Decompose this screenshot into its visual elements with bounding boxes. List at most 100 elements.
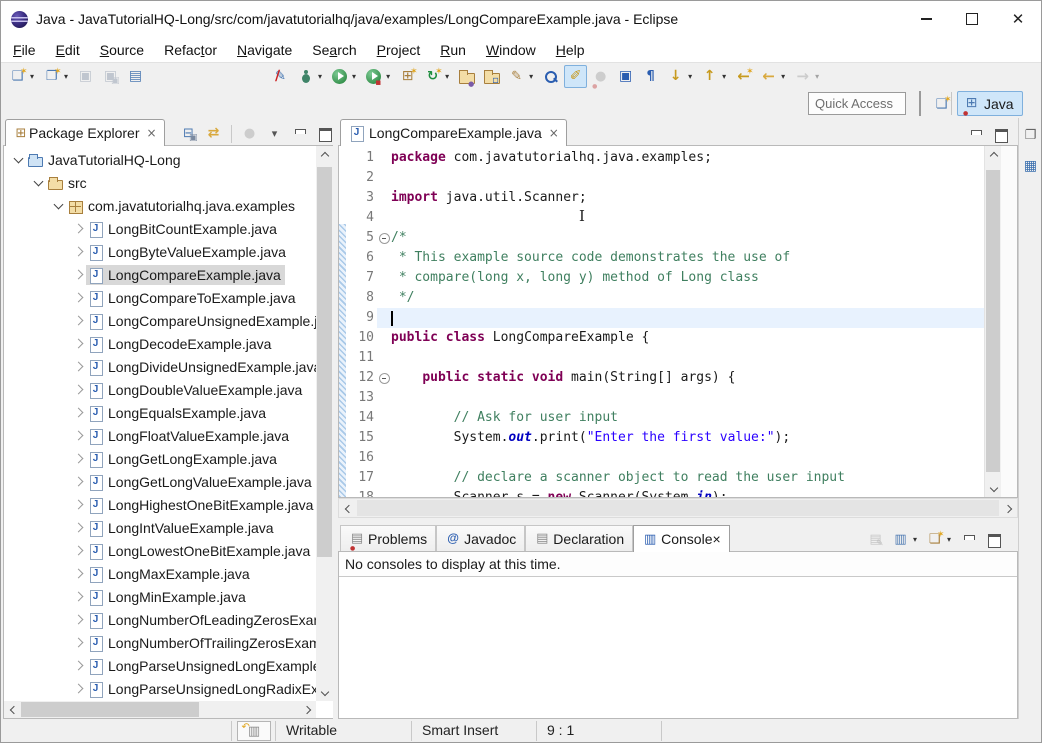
collapsed-chevron-icon[interactable] xyxy=(70,662,86,669)
minimize-view-button[interactable] xyxy=(964,123,987,146)
editor-horizontal-scrollbar[interactable] xyxy=(338,498,1018,518)
code-line[interactable]: 2 xyxy=(346,168,984,188)
show-selected-element-button[interactable] xyxy=(614,65,637,88)
tree-item[interactable]: LongNumberOfTrailingZerosExample.java xyxy=(4,631,316,654)
tree-item[interactable]: LongFloatValueExample.java xyxy=(4,424,316,447)
new-wizard-button[interactable]: ▾ xyxy=(6,65,38,88)
collapsed-chevron-icon[interactable] xyxy=(70,570,86,577)
restore-view-button[interactable] xyxy=(1019,124,1042,147)
skip-all-breakpoints-button[interactable] xyxy=(269,65,292,88)
prev-annotation-button[interactable]: ▾ xyxy=(698,65,730,88)
tree-item-target[interactable]: LongNumberOfTrailingZerosExample.java xyxy=(86,633,316,653)
code-line[interactable]: 5/* xyxy=(346,228,984,248)
pen-button[interactable]: ▾ xyxy=(505,65,537,88)
tree-item[interactable]: LongNumberOfLeadingZerosExample.java xyxy=(4,608,316,631)
maximize-view-button[interactable] xyxy=(989,123,1012,146)
last-edit-location-button[interactable] xyxy=(732,65,755,88)
expanded-chevron-icon[interactable] xyxy=(10,158,26,162)
menu-file[interactable]: File xyxy=(3,40,46,60)
dropdown-arrow-icon[interactable]: ▾ xyxy=(529,72,533,81)
menu-source[interactable]: Source xyxy=(90,40,154,60)
explorer-vertical-scrollbar[interactable] xyxy=(316,146,333,701)
tree-item[interactable]: LongBitCountExample.java xyxy=(4,217,316,240)
dropdown-arrow-icon[interactable]: ▾ xyxy=(64,72,68,81)
tab-editor-longcompareexample[interactable]: LongCompareExample.java × xyxy=(340,119,567,146)
menu-edit[interactable]: Edit xyxy=(46,40,90,60)
dropdown-arrow-icon[interactable]: ▾ xyxy=(781,72,785,81)
run-button[interactable]: ▾ xyxy=(328,65,360,88)
tree-item-target[interactable]: src xyxy=(46,173,91,193)
project-tree[interactable]: JavaTutorialHQ-Longsrccom.javatutorialhq… xyxy=(4,146,316,701)
tree-item-target[interactable]: LongParseUnsignedLongExample.java xyxy=(86,656,316,676)
scroll-up-arrow[interactable] xyxy=(985,146,1002,163)
collapsed-chevron-icon[interactable] xyxy=(70,639,86,646)
menu-refactor[interactable]: Refactor xyxy=(154,40,227,60)
collapsed-chevron-icon[interactable] xyxy=(70,248,86,255)
mark-occurrences-button[interactable] xyxy=(564,65,587,88)
code-line[interactable]: 3import java.util.Scanner; xyxy=(346,188,984,208)
tree-item[interactable]: com.javatutorialhq.java.examples xyxy=(4,194,316,217)
tree-item-target[interactable]: LongHighestOneBitExample.java xyxy=(86,495,316,515)
code-line[interactable]: 15 System.out.print("Enter the first val… xyxy=(346,428,984,448)
collapsed-chevron-icon[interactable] xyxy=(70,409,86,416)
collapsed-chevron-icon[interactable] xyxy=(70,547,86,554)
dropdown-arrow-icon[interactable]: ▾ xyxy=(386,72,390,81)
tree-item-target[interactable]: LongCompareUnsignedExample.java xyxy=(86,311,316,331)
minimize-window-button[interactable] xyxy=(903,1,949,37)
code-line[interactable]: 16 xyxy=(346,448,984,468)
java-perspective-button[interactable]: Java xyxy=(957,91,1023,116)
back-button[interactable]: ▾ xyxy=(757,65,789,88)
scroll-down-arrow[interactable] xyxy=(316,684,333,701)
tree-item[interactable]: LongLowestOneBitExample.java xyxy=(4,539,316,562)
display-console-button[interactable]: ▾ xyxy=(889,528,921,551)
tree-item-target[interactable]: LongMaxExample.java xyxy=(86,564,254,584)
tree-item-target[interactable]: LongFloatValueExample.java xyxy=(86,426,293,446)
tree-item-target[interactable]: LongLowestOneBitExample.java xyxy=(86,541,314,561)
dropdown-arrow-icon[interactable]: ▾ xyxy=(947,535,951,544)
close-tab-icon[interactable]: × xyxy=(549,126,559,140)
tree-item[interactable]: LongByteValueExample.java xyxy=(4,240,316,263)
open-perspective-button[interactable] xyxy=(930,93,953,116)
scrollbar-thumb[interactable] xyxy=(21,702,199,717)
tab-console[interactable]: Console× xyxy=(633,525,730,552)
code-editor[interactable]: 1package com.javatutorialhq.java.example… xyxy=(338,145,1018,498)
dropdown-arrow-icon[interactable]: ▾ xyxy=(722,72,726,81)
minimize-view-button[interactable] xyxy=(957,528,980,551)
collapse-all-button[interactable] xyxy=(177,122,200,145)
scroll-right-arrow[interactable] xyxy=(1000,500,1017,517)
tree-item[interactable]: src xyxy=(4,171,316,194)
tree-item-target[interactable]: LongGetLongValueExample.java xyxy=(86,472,316,492)
collapsed-chevron-icon[interactable] xyxy=(70,317,86,324)
scroll-right-arrow[interactable] xyxy=(299,701,316,718)
show-whitespace-button[interactable] xyxy=(639,65,662,88)
tree-item-target[interactable]: LongParseUnsignedLongRadixExample.java xyxy=(86,679,316,699)
collapsed-chevron-icon[interactable] xyxy=(70,225,86,232)
open-console-button[interactable]: ▾ xyxy=(923,528,955,551)
tree-item-target[interactable]: LongDoubleValueExample.java xyxy=(86,380,306,400)
tree-item[interactable]: LongHighestOneBitExample.java xyxy=(4,493,316,516)
open-task-button[interactable] xyxy=(455,65,478,88)
tab-javadoc[interactable]: Javadoc xyxy=(436,525,525,551)
collapsed-chevron-icon[interactable] xyxy=(70,294,86,301)
scroll-left-arrow[interactable] xyxy=(339,500,356,517)
tree-item[interactable]: LongIntValueExample.java xyxy=(4,516,316,539)
collapsed-chevron-icon[interactable] xyxy=(70,432,86,439)
tab-problems[interactable]: Problems xyxy=(340,525,436,551)
tree-item[interactable]: LongDivideUnsignedExample.java xyxy=(4,355,316,378)
collapsed-chevron-icon[interactable] xyxy=(70,271,86,278)
tree-item[interactable]: LongParseUnsignedLongRadixExample.java xyxy=(4,677,316,700)
toolbar-drag-handle[interactable] xyxy=(919,91,921,116)
view-menu-button[interactable] xyxy=(263,122,286,145)
code-line[interactable]: 6 * This example source code demonstrate… xyxy=(346,248,984,268)
tree-item-target[interactable]: LongGetLongExample.java xyxy=(86,449,281,469)
scroll-down-arrow[interactable] xyxy=(985,480,1002,497)
external-tools-button[interactable]: ▾ xyxy=(421,65,453,88)
tree-item-target[interactable]: LongByteValueExample.java xyxy=(86,242,290,262)
tree-item-target[interactable]: LongMinExample.java xyxy=(86,587,250,607)
collapsed-chevron-icon[interactable] xyxy=(70,478,86,485)
collapsed-chevron-icon[interactable] xyxy=(70,340,86,347)
menu-run[interactable]: Run xyxy=(430,40,476,60)
tab-package-explorer[interactable]: Package Explorer × xyxy=(5,119,165,146)
search-button[interactable] xyxy=(539,65,562,88)
quick-access-input[interactable] xyxy=(808,92,906,115)
